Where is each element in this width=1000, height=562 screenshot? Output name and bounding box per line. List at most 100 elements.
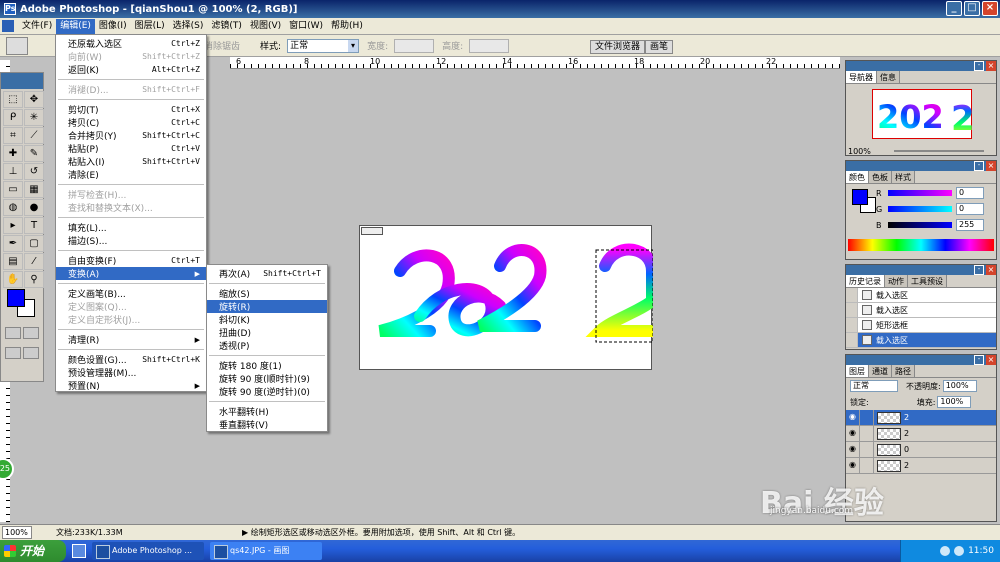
task-paint[interactable]: qs42.JPG - 画图 xyxy=(210,542,322,560)
red-value-field[interactable]: 0 xyxy=(956,187,984,199)
lasso-tool-icon[interactable]: ᑭ xyxy=(3,109,23,126)
brushes-tab[interactable]: 画笔 xyxy=(645,40,674,54)
transform-menu-item[interactable]: 旋转 90 度(顺时针)(9) xyxy=(207,372,327,385)
document-window[interactable] xyxy=(359,225,653,370)
edit-menu-item[interactable]: 合并拷贝(Y) Shift+Ctrl+C xyxy=(56,129,206,142)
minimize-button[interactable]: _ xyxy=(946,1,962,16)
edit-menu-item[interactable]: 粘贴(P) Ctrl+V xyxy=(56,142,206,155)
status-zoom-field[interactable]: 100% xyxy=(2,526,32,539)
panel-minimize-button[interactable]: - xyxy=(974,161,984,171)
transform-menu-item[interactable]: 垂直翻转(V) xyxy=(207,418,327,431)
screen-mode-standard[interactable] xyxy=(5,347,21,359)
transform-menu-item[interactable]: 透视(P) xyxy=(207,339,327,352)
maximize-button[interactable]: □ xyxy=(964,1,980,16)
blue-value-field[interactable]: 255 xyxy=(956,219,984,231)
healing-brush-icon[interactable]: ✚ xyxy=(3,145,23,162)
shape-tool-icon[interactable]: ▢ xyxy=(24,235,44,252)
tool-preset-picker[interactable] xyxy=(6,36,28,55)
blur-tool-icon[interactable]: ◍ xyxy=(3,199,23,216)
tab-tool-presets[interactable]: 工具预设 xyxy=(908,275,947,287)
clone-stamp-icon[interactable]: ⊥ xyxy=(3,163,23,180)
panel-close-button[interactable]: × xyxy=(986,355,996,365)
history-item[interactable]: 载入选区 xyxy=(846,288,996,303)
task-photoshop[interactable]: Adobe Photoshop ... xyxy=(92,542,204,560)
menu-layer[interactable]: 图层(L) xyxy=(131,19,169,34)
transform-menu-item[interactable]: 旋转(R) xyxy=(207,300,327,313)
edit-menu-item[interactable]: 预设管理器(M)... xyxy=(56,366,206,379)
menu-select[interactable]: 选择(S) xyxy=(169,19,208,34)
eraser-tool-icon[interactable]: ▭ xyxy=(3,181,23,198)
panel-minimize-button[interactable]: - xyxy=(974,355,984,365)
transform-menu-item[interactable]: 旋转 90 度(逆时针)(0) xyxy=(207,385,327,398)
transform-menu-item[interactable]: 斜切(K) xyxy=(207,313,327,326)
crop-tool-icon[interactable]: ⌗ xyxy=(3,127,23,144)
history-brush-icon[interactable]: ↺ xyxy=(24,163,44,180)
panel-minimize-button[interactable]: - xyxy=(974,265,984,275)
magic-wand-tool-icon[interactable]: ✳ xyxy=(24,109,44,126)
tray-icon[interactable] xyxy=(940,546,951,556)
edit-menu-item[interactable]: 颜色设置(G)... Shift+Ctrl+K xyxy=(56,353,206,366)
transform-menu-item[interactable]: 缩放(S) xyxy=(207,287,327,300)
layer-name[interactable]: 2 xyxy=(904,461,909,470)
layer-row[interactable]: ◉ 0 xyxy=(846,442,996,458)
quicklaunch-icon[interactable] xyxy=(72,544,86,558)
gradient-tool-icon[interactable]: ▦ xyxy=(24,181,44,198)
panel-close-button[interactable]: × xyxy=(986,265,996,275)
layer-link-toggle[interactable] xyxy=(860,410,874,425)
transform-menu-item[interactable]: 水平翻转(H) xyxy=(207,405,327,418)
style-select[interactable]: 正常 xyxy=(287,38,360,53)
panel-minimize-button[interactable]: - xyxy=(974,61,984,71)
layer-row[interactable]: ◉ 2 xyxy=(846,426,996,442)
panel-close-button[interactable]: × xyxy=(986,161,996,171)
history-source-checkbox[interactable] xyxy=(846,333,858,347)
pen-tool-icon[interactable]: ✒ xyxy=(3,235,23,252)
edit-menu-item[interactable]: 还原载入选区 Ctrl+Z xyxy=(56,37,206,50)
menu-view[interactable]: 视图(V) xyxy=(246,19,285,34)
blend-mode-select[interactable]: 正常 xyxy=(850,380,898,392)
layer-link-toggle[interactable] xyxy=(860,442,874,457)
tab-layers[interactable]: 图层 xyxy=(846,365,869,377)
edit-menu-item[interactable]: 清除(E) xyxy=(56,168,206,181)
layer-visibility-eye-icon[interactable]: ◉ xyxy=(846,458,860,473)
menu-help[interactable]: 帮助(H) xyxy=(327,19,367,34)
menu-file[interactable]: 文件(F) xyxy=(18,19,56,34)
screen-mode-full-menu[interactable] xyxy=(23,347,39,359)
transform-menu-item[interactable]: 旋转 180 度(1) xyxy=(207,359,327,372)
fill-field[interactable]: 100% xyxy=(937,396,972,408)
tray-icon[interactable] xyxy=(954,546,965,556)
transform-menu-item[interactable]: 扭曲(D) xyxy=(207,326,327,339)
hand-tool-icon[interactable]: ✋ xyxy=(3,271,23,288)
slice-tool-icon[interactable]: ⟋ xyxy=(24,127,44,144)
width-input[interactable] xyxy=(394,38,435,53)
edit-menu-item[interactable]: 自由变换(F) Ctrl+T xyxy=(56,254,206,267)
start-button[interactable]: 开始 xyxy=(0,540,66,562)
tab-navigator[interactable]: 导航器 xyxy=(846,71,877,83)
layer-visibility-eye-icon[interactable]: ◉ xyxy=(846,442,860,457)
layer-name[interactable]: 2 xyxy=(904,429,909,438)
history-source-checkbox[interactable] xyxy=(846,303,858,317)
layer-name[interactable]: 2 xyxy=(904,413,909,422)
tab-paths[interactable]: 路径 xyxy=(892,365,915,377)
history-source-checkbox[interactable] xyxy=(846,288,858,302)
edit-menu-item[interactable]: 清理(R) ▶ xyxy=(56,333,206,347)
height-input[interactable] xyxy=(469,38,510,53)
tab-styles[interactable]: 样式 xyxy=(892,171,915,183)
history-item[interactable]: 载入选区 xyxy=(846,303,996,318)
layer-visibility-eye-icon[interactable]: ◉ xyxy=(846,410,860,425)
foreground-color-swatch[interactable] xyxy=(7,289,25,307)
history-source-checkbox[interactable] xyxy=(846,318,858,332)
tab-color[interactable]: 颜色 xyxy=(846,171,869,183)
layer-link-toggle[interactable] xyxy=(860,426,874,441)
history-item[interactable]: 载入选区 xyxy=(846,333,996,348)
edit-menu-item[interactable]: 描边(S)... xyxy=(56,234,206,247)
edit-menu-item[interactable]: 拷贝(C) Ctrl+C xyxy=(56,116,206,129)
notes-tool-icon[interactable]: ▤ xyxy=(3,253,23,270)
layer-row[interactable]: ◉ 2 xyxy=(846,410,996,426)
edit-menu-item[interactable]: 剪切(T) Ctrl+X xyxy=(56,103,206,116)
navigator-zoom-slider[interactable] xyxy=(894,150,984,152)
quick-mask-button[interactable] xyxy=(23,327,39,339)
history-item[interactable]: 矩形选框 xyxy=(846,318,996,333)
move-tool-icon[interactable]: ✥ xyxy=(24,91,44,108)
marquee-tool-icon[interactable]: ⬚ xyxy=(3,91,23,108)
transform-menu-item[interactable]: 再次(A) Shift+Ctrl+T xyxy=(207,267,327,280)
